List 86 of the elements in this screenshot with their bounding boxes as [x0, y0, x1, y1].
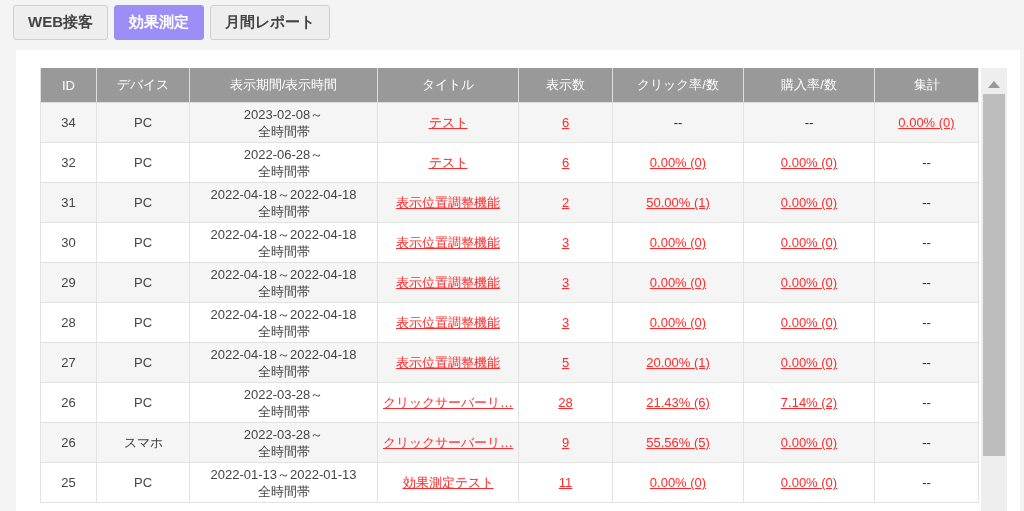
metric-link[interactable]: 55.56% (5)	[646, 435, 710, 450]
column-header[interactable]: クリック率/数	[612, 68, 744, 103]
period-text: 2022-03-28～ 全時間帯	[243, 425, 324, 460]
empty-value: --	[922, 475, 931, 490]
views-link[interactable]: 3	[561, 235, 570, 250]
title-link[interactable]: テスト	[428, 154, 468, 170]
scroll-thumb[interactable]	[983, 94, 1005, 456]
metric-link[interactable]: 21.43% (6)	[646, 395, 710, 410]
table-cell: PC	[96, 342, 190, 383]
period-text: 2022-04-18～2022-04-18 全時間帯	[210, 185, 357, 220]
views-link[interactable]: 6	[561, 115, 570, 130]
views-link[interactable]: 3	[561, 275, 570, 290]
metric-link[interactable]: 0.00% (0)	[780, 275, 838, 290]
metric-link[interactable]: 7.14% (2)	[780, 395, 838, 410]
empty-value: --	[922, 435, 931, 450]
metric-link[interactable]: 0.00% (0)	[780, 315, 838, 330]
title-link[interactable]: テスト	[428, 114, 468, 130]
table-cell: 26	[40, 382, 97, 423]
column-header[interactable]: 表示数	[518, 68, 613, 103]
empty-value: --	[922, 395, 931, 410]
metric-link[interactable]: 0.00% (0)	[780, 475, 838, 490]
table-cell: 25	[40, 462, 97, 503]
table-cell: 26	[40, 422, 97, 463]
metric-link[interactable]: 0.00% (0)	[780, 235, 838, 250]
empty-value: --	[922, 315, 931, 330]
scrollbar[interactable]	[981, 68, 1007, 511]
table-cell: PC	[96, 142, 190, 183]
table-cell: PC	[96, 462, 190, 503]
empty-value: --	[922, 235, 931, 250]
column-header[interactable]: タイトル	[377, 68, 519, 103]
table-cell: PC	[96, 222, 190, 263]
metric-link[interactable]: 0.00% (0)	[649, 475, 707, 490]
period-text: 2022-04-18～2022-04-18 全時間帯	[210, 225, 357, 260]
table-cell: スマホ	[96, 422, 190, 463]
metric-link[interactable]: 20.00% (1)	[646, 355, 710, 370]
period-text: 2022-03-28～ 全時間帯	[243, 385, 324, 420]
period-text: 2023-02-08～ 全時間帯	[243, 105, 324, 140]
table-cell: 30	[40, 222, 97, 263]
views-link[interactable]: 3	[561, 315, 570, 330]
metric-link[interactable]: 0.00% (0)	[649, 235, 707, 250]
table-cell: PC	[96, 302, 190, 343]
metric-link[interactable]: 0.00% (0)	[780, 355, 838, 370]
table-cell: 27	[40, 342, 97, 383]
empty-value: --	[922, 195, 931, 210]
views-link[interactable]: 5	[561, 355, 570, 370]
metric-link[interactable]: 0.00% (0)	[780, 195, 838, 210]
empty-value: --	[673, 115, 683, 130]
empty-value: --	[922, 355, 931, 370]
period-text: 2022-04-18～2022-04-18 全時間帯	[210, 305, 357, 340]
table-cell: 28	[40, 302, 97, 343]
metric-link[interactable]: 0.00% (0)	[898, 115, 955, 130]
metric-link[interactable]: 0.00% (0)	[649, 315, 707, 330]
views-link[interactable]: 11	[558, 475, 573, 490]
metric-link[interactable]: 0.00% (0)	[780, 155, 838, 170]
tab[interactable]: WEB接客	[13, 5, 108, 40]
period-text: 2022-06-28～ 全時間帯	[243, 145, 324, 180]
empty-value: --	[804, 115, 814, 130]
table-cell: 31	[40, 182, 97, 223]
period-text: 2022-01-13～2022-01-13 全時間帯	[210, 465, 357, 500]
period-text: 2022-04-18～2022-04-18 全時間帯	[210, 345, 357, 380]
tab[interactable]: 月間レポート	[210, 5, 330, 40]
empty-value: --	[922, 155, 931, 170]
empty-value: --	[922, 275, 931, 290]
column-header[interactable]: 表示期間/表示時間	[189, 68, 378, 103]
table-cell: PC	[96, 102, 190, 143]
table-cell: 32	[40, 142, 97, 183]
table-cell: PC	[96, 262, 190, 303]
metric-link[interactable]: 0.00% (0)	[780, 435, 838, 450]
period-text: 2022-04-18～2022-04-18 全時間帯	[210, 265, 357, 300]
scroll-up-icon[interactable]	[988, 80, 1000, 88]
views-link[interactable]: 9	[561, 435, 570, 450]
table-cell: PC	[96, 182, 190, 223]
metric-link[interactable]: 0.00% (0)	[649, 275, 707, 290]
table-cell: 29	[40, 262, 97, 303]
metric-link[interactable]: 0.00% (0)	[649, 155, 707, 170]
views-link[interactable]: 28	[558, 395, 573, 410]
column-header[interactable]: 購入率/数	[743, 68, 875, 103]
metric-link[interactable]: 50.00% (1)	[646, 195, 710, 210]
column-header[interactable]: デバイス	[96, 68, 190, 103]
tab[interactable]: 効果測定	[114, 5, 204, 40]
table-cell: 34	[40, 102, 97, 143]
table-cell: PC	[96, 382, 190, 423]
views-link[interactable]: 6	[561, 155, 570, 170]
column-header[interactable]: 集計	[874, 68, 979, 103]
views-link[interactable]: 2	[561, 195, 570, 210]
column-header[interactable]: ID	[40, 68, 97, 103]
